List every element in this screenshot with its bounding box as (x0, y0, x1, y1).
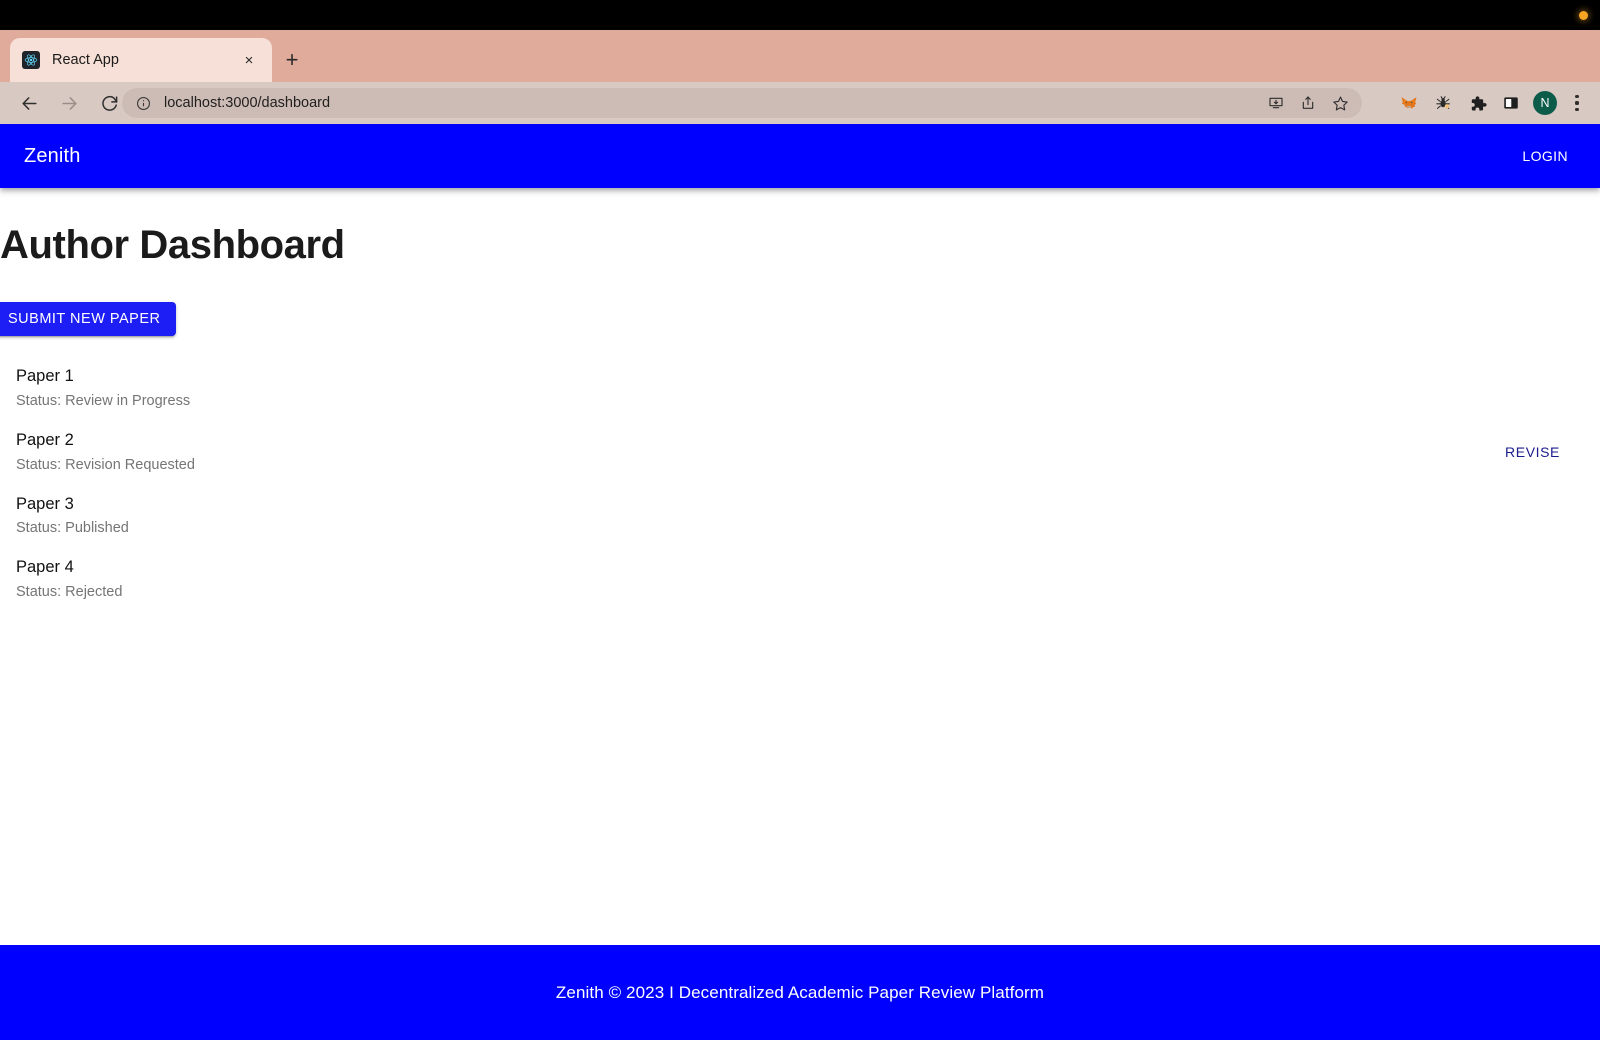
app-brand-title: Zenith (24, 144, 81, 167)
bookmark-star-icon[interactable] (1326, 89, 1354, 117)
side-panel-icon[interactable] (1496, 88, 1526, 118)
profile-avatar[interactable]: N (1530, 88, 1560, 118)
browser-toolbar: localhost:3000/dashboard N (0, 82, 1600, 124)
bug-extension-icon[interactable] (1428, 88, 1458, 118)
list-item[interactable]: Paper 2 Status: Revision Requested REVIS… (16, 420, 1584, 484)
amber-status-dot-icon (1579, 11, 1588, 20)
os-title-bar (0, 0, 1600, 30)
browser-tab-react-app[interactable]: React App × (10, 38, 272, 82)
paper-info: Paper 2 Status: Revision Requested (16, 428, 1497, 476)
page-viewport: Zenith LOGIN Author Dashboard SUBMIT NEW… (0, 124, 1600, 1040)
paper-info: Paper 1 Status: Review in Progress (16, 364, 1584, 412)
paper-info: Paper 3 Status: Published (16, 492, 1584, 540)
omnibox-action-group (1262, 89, 1354, 117)
page-footer: Zenith © 2023 I Decentralized Academic P… (0, 945, 1600, 1040)
browser-tab-strip: React App × + (0, 30, 1600, 99)
footer-text: Zenith © 2023 I Decentralized Academic P… (555, 982, 1045, 1002)
install-app-icon[interactable] (1262, 89, 1290, 117)
avatar-initial: N (1533, 91, 1557, 115)
list-item[interactable]: Paper 1 Status: Review in Progress (16, 356, 1584, 420)
info-circle-icon[interactable] (134, 94, 152, 112)
back-arrow-icon[interactable] (12, 86, 46, 120)
new-tab-button[interactable]: + (278, 46, 306, 74)
paper-status: Status: Rejected (16, 584, 123, 601)
address-bar-url: localhost:3000/dashboard (164, 95, 331, 111)
react-logo-icon (22, 51, 40, 69)
menu-dot (1575, 107, 1579, 111)
menu-dot (1575, 101, 1579, 105)
three-dot-menu-icon[interactable] (1564, 88, 1590, 118)
tab-title: React App (52, 52, 119, 68)
page-title: Author Dashboard (0, 223, 345, 267)
browser-extension-group: N (1394, 88, 1590, 118)
list-item[interactable]: Paper 3 Status: Published (16, 484, 1584, 548)
address-bar[interactable]: localhost:3000/dashboard (122, 88, 1362, 118)
paper-title: Paper 4 (16, 558, 74, 577)
menu-dot (1575, 95, 1579, 99)
paper-status: Status: Revision Requested (16, 456, 195, 473)
list-item[interactable]: Paper 4 Status: Rejected (16, 547, 1584, 611)
paper-status: Status: Published (16, 520, 129, 537)
paper-title: Paper 2 (16, 430, 74, 449)
submit-new-paper-button[interactable]: SUBMIT NEW PAPER (0, 302, 177, 336)
forward-arrow-icon[interactable] (52, 86, 86, 120)
reload-icon[interactable] (92, 86, 126, 120)
paper-title: Paper 3 (16, 494, 74, 513)
paper-title: Paper 1 (16, 367, 74, 385)
paper-status: Status: Review in Progress (16, 392, 191, 409)
main-content: Author Dashboard SUBMIT NEW PAPER Paper … (0, 188, 1600, 611)
close-icon[interactable]: × (238, 49, 260, 71)
paper-info: Paper 4 Status: Rejected (16, 555, 1584, 603)
revise-button[interactable]: REVISE (1497, 438, 1568, 466)
share-icon[interactable] (1294, 89, 1322, 117)
metamask-fox-icon[interactable] (1394, 88, 1424, 118)
paper-list: Paper 1 Status: Review in Progress Paper… (16, 356, 1584, 611)
extensions-puzzle-icon[interactable] (1462, 88, 1492, 118)
login-button[interactable]: LOGIN (1514, 142, 1576, 170)
app-header-bar: Zenith LOGIN (0, 124, 1600, 188)
